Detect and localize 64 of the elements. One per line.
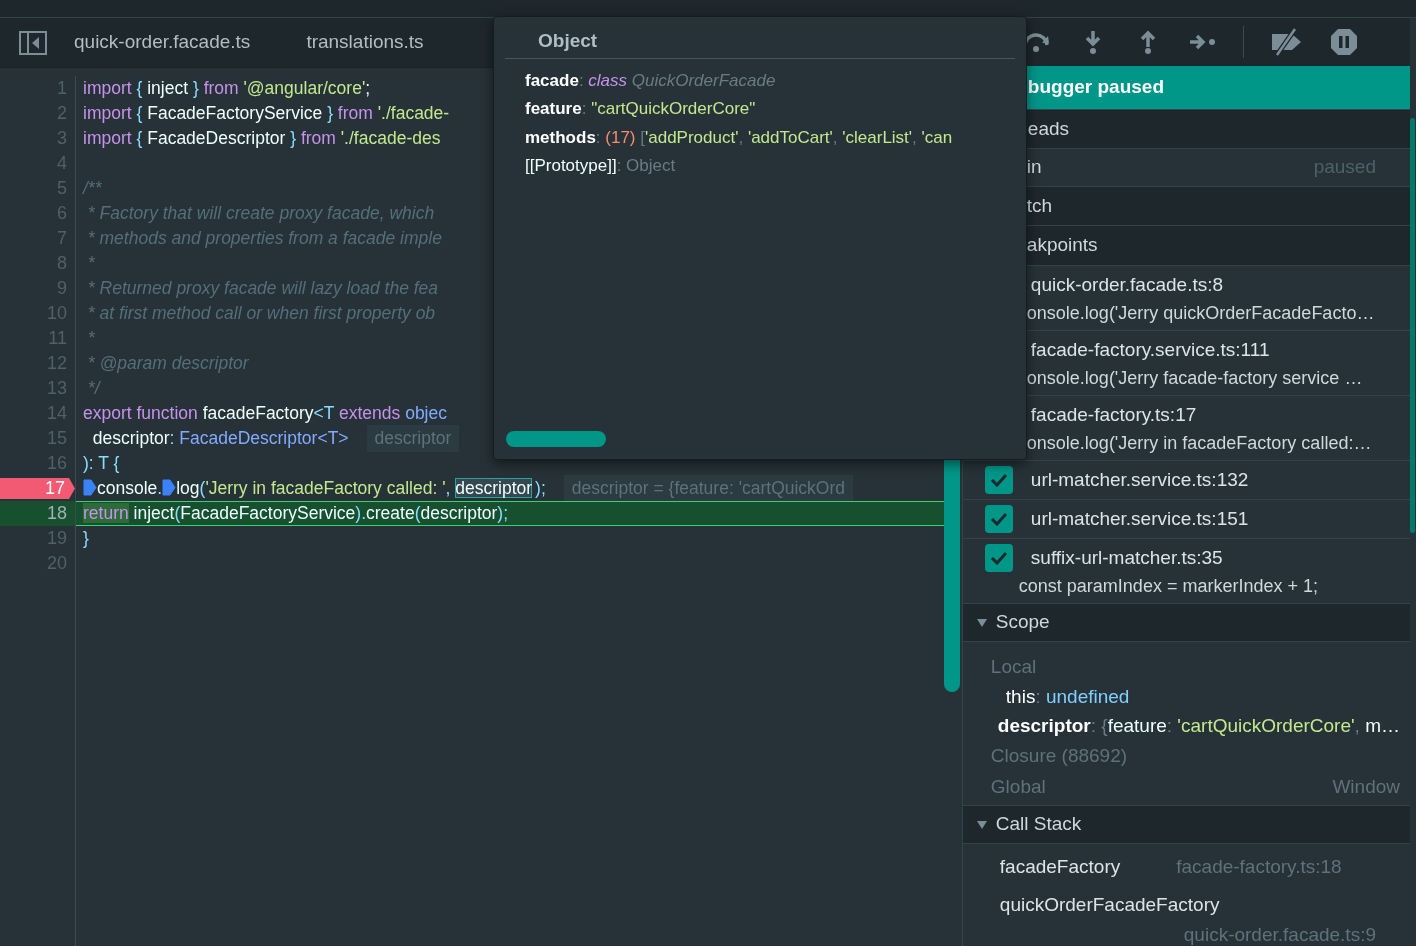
code-text: * — [86, 252, 95, 276]
call-frame[interactable]: quickOrderFacadeFactory quick-order.facade.ts:9 — [962, 886, 1410, 946]
section-header[interactable]: akpoints — [1026, 226, 1410, 265]
code-text: descriptor: FacadeDescriptor<T> — [91, 427, 349, 451]
code-text: export function facadeFactory<T extends objec — [83, 402, 447, 426]
section-header[interactable]: tch — [1026, 187, 1410, 225]
scrollbar-thumb[interactable] — [506, 431, 606, 447]
call-frame[interactable]: facadeFactory facade-factory.ts:18 — [962, 848, 1410, 886]
object-property[interactable]: methods: (17) ['addProduct', 'addToCart', 'clearList', 'can — [525, 123, 1015, 152]
section-title: Scope — [995, 610, 1050, 635]
code-text: */ — [86, 377, 100, 401]
execution-marker-icon — [162, 479, 177, 497]
code-text: import { FacadeFactoryService } from './facade- — [83, 102, 450, 126]
breakpoint-location: facade-factory.service.ts:111 — [1030, 337, 1270, 362]
object-property[interactable]: facade: class QuickOrderFacade — [525, 66, 1015, 95]
code-text: * @param descriptor — [86, 352, 249, 376]
breakpoint-location: url-matcher.service.ts:132 — [1030, 467, 1249, 492]
scrollbar-thumb[interactable] — [1410, 118, 1415, 533]
breakpoint-location: facade-factory.ts:17 — [1030, 402, 1197, 427]
execution-marker-icon — [83, 479, 97, 497]
section-header[interactable]: eads — [1026, 110, 1410, 148]
code-text: * — [86, 327, 95, 351]
code-text: } — [83, 527, 89, 551]
code-text: import { FacadeDescriptor } from './facade-des — [83, 127, 441, 151]
breakpoint-checkbox[interactable] — [984, 466, 1013, 494]
section-header[interactable]: Call Stack — [962, 806, 1410, 843]
code-text: return inject(FacadeFactoryService).create(descriptor); — [83, 502, 509, 526]
inline-value-hint: descriptor — [366, 425, 460, 452]
thread-name: in — [1026, 155, 1042, 180]
sidebar-toggle-icon[interactable] — [18, 29, 48, 56]
code-text: * at first method call or when first property ob — [86, 302, 436, 326]
code-text: * methods and properties from a facade imple — [86, 227, 442, 251]
file-tab[interactable]: quick-order.facade.ts — [74, 18, 251, 67]
breakpoint-location: suffix-url-matcher.ts:35 — [1030, 545, 1223, 570]
breakpoint-checkbox[interactable] — [984, 505, 1013, 533]
code-text: console. log('Jerry in facadeFactory called: ', descriptor ); — [83, 475, 546, 502]
pause-icon[interactable] — [1330, 27, 1358, 56]
breakpoint-code: const paramIndex = markerIndex + 1; — [1017, 575, 1319, 598]
breakpoint-checkbox[interactable] — [984, 544, 1013, 572]
file-tab[interactable]: translations.ts — [306, 18, 424, 67]
scope-value: Window — [1332, 775, 1400, 800]
check-icon — [989, 473, 1008, 487]
section-title: Call Stack — [995, 812, 1082, 837]
section-header[interactable]: Scope — [962, 604, 1410, 641]
breakpoint-code: onsole.log('Jerry quickOrderFacadeFacto… — [1026, 302, 1376, 325]
code-text: * Returned proxy facade will lazy load the fea — [86, 277, 439, 301]
code-text: import { inject } from '@angular/core'; — [83, 77, 371, 101]
scope-variable: this: undefined — [1005, 685, 1130, 710]
code-text: ): T { — [83, 452, 120, 476]
tooltip-title: Object — [538, 30, 598, 51]
check-icon — [989, 551, 1008, 565]
breakpoint-location: quick-order.facade.ts:8 — [1030, 272, 1224, 297]
code-text: * Factory that will create proxy facade, which — [86, 202, 435, 226]
object-property[interactable]: feature: "cartQuickOrderCore" — [525, 95, 1015, 124]
object-property[interactable]: [[Prototype]]: Object — [525, 152, 1015, 181]
scope-variable: descriptor: {feature: 'cartQuickOrderCore', m… — [997, 714, 1400, 739]
check-icon — [989, 512, 1008, 526]
code-text: /** — [83, 177, 102, 201]
breakpoint-location: url-matcher.service.ts:151 — [1030, 506, 1249, 531]
line-number: 18 — [46, 502, 68, 525]
paused-banner: bugger paused — [1026, 65, 1410, 109]
breakpoint-code: onsole.log('Jerry facade-factory service … — [1026, 367, 1364, 390]
inline-value-hint: descriptor = {feature: 'cartQuickOrd — [563, 475, 854, 502]
breakpoint-code: onsole.log('Jerry in facadeFactory called:… — [1026, 432, 1373, 455]
